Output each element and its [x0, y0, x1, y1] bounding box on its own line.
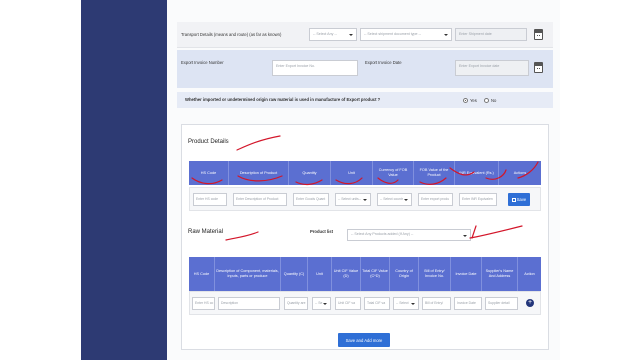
col-country-origin: Country of Origin [390, 257, 419, 291]
unit-select[interactable]: -- Select units-- [335, 193, 371, 206]
col-component-description: Description of Component, materials, inp… [215, 257, 281, 291]
product-section: Product Details HS Code Description of P… [181, 124, 549, 350]
no-radio[interactable] [484, 98, 489, 103]
save-button[interactable]: Save [508, 193, 530, 206]
export-invoice-number-input[interactable]: Enter Export Invoice No. [272, 60, 358, 76]
save-and-add-more-button[interactable]: Save and Add more [338, 333, 390, 347]
col-actions: Actions [513, 170, 527, 175]
col-total-cif: Total CIF Value (C*D) [361, 257, 390, 291]
transport-row: Transport Details (means and route) (as … [177, 22, 553, 48]
rm-total-cif-input[interactable]: Total CIF va [364, 297, 390, 310]
col-quantity: Quantity (C) [281, 257, 308, 291]
col-fob-value: FOB Value of the Product [414, 161, 455, 185]
col-currency: Currency of FOB Value [373, 161, 414, 185]
col-unit: Unit [331, 161, 373, 185]
product-list-select[interactable]: -- Select Any Products added (If Any) -- [347, 229, 471, 241]
col-inr-equivalent: INR Equivalent (Rs.) [455, 161, 499, 185]
currency-select[interactable]: -- Select countr [377, 193, 412, 206]
raw-material-question: Whether imported or undetermined origin … [185, 97, 381, 102]
raw-material-table-header: HS Code Description of Component, materi… [189, 257, 541, 291]
rm-description-input[interactable]: Description [218, 297, 280, 310]
yes-radio[interactable] [463, 98, 468, 103]
product-details-title: Product Details [188, 139, 229, 145]
rm-hs-code-input[interactable]: Enter HS co [192, 297, 215, 310]
col-hs-code: HS Code [189, 161, 229, 185]
col-action: Action [524, 271, 535, 276]
col-quantity: Quantity [289, 161, 331, 185]
raw-material-question-row: Whether imported or undetermined origin … [177, 92, 553, 108]
product-table-header: HS Code Description of Product Quantity … [189, 161, 541, 185]
raw-material-input-row: Enter HS co Description Quantity are -- … [189, 291, 541, 315]
no-label: No [491, 98, 497, 103]
rm-invoice-date-input[interactable]: Invoice Date [454, 297, 482, 310]
fob-value-input[interactable]: Enter export produ [418, 193, 453, 206]
transport-means-select[interactable]: -- Select Any -- [309, 28, 357, 41]
export-invoice-row: Export Invoice Number Enter Export Invoi… [177, 50, 553, 88]
rm-quantity-input[interactable]: Quantity are [284, 297, 308, 310]
description-input[interactable]: Enter Description of Product [233, 193, 287, 206]
col-unit: Unit [308, 257, 332, 291]
calendar-icon[interactable] [534, 62, 543, 73]
main-content: Transport Details (means and route) (as … [167, 0, 560, 360]
product-list-label: Product list [310, 229, 334, 234]
col-supplier: Supplier's Name And Address [482, 257, 518, 291]
shipment-date-input[interactable]: Enter Shipment date [455, 28, 527, 41]
product-input-row: Enter HS code Enter Description of Produ… [189, 187, 541, 211]
rm-unit-cif-input[interactable]: Unit CIF va [335, 297, 361, 310]
col-unit-cif: Unit CIF Value (D) [332, 257, 361, 291]
col-hs-code: HS Code [189, 257, 215, 291]
calendar-icon[interactable] [534, 29, 543, 40]
save-icon [511, 197, 516, 202]
shipment-document-select[interactable]: -- Select shipment document type -- [360, 28, 452, 41]
rm-supplier-input[interactable]: Supplier detail [485, 297, 518, 310]
export-invoice-date-input[interactable]: Enter Export Invoice date [455, 60, 529, 76]
hs-code-input[interactable]: Enter HS code [193, 193, 227, 206]
quantity-input[interactable]: Enter Goods Quant [293, 193, 329, 206]
raw-material-title: Raw Material [188, 229, 224, 235]
export-invoice-date-label: Export Invoice Date [365, 60, 402, 65]
transport-label: Transport Details (means and route) (as … [181, 32, 282, 37]
plus-circle-icon[interactable]: + [526, 299, 534, 307]
rm-unit-select[interactable]: -- Se [312, 297, 331, 310]
col-bill-of-entry: Bill of Entry/ Invoice No. [419, 257, 451, 291]
col-description: Description of Product [229, 161, 289, 185]
inr-equivalent-input[interactable]: Enter INR Equivalen [459, 193, 497, 206]
sidebar [81, 0, 167, 360]
export-invoice-number-label: Export Invoice Number [181, 60, 224, 65]
yes-label: Yes [470, 98, 477, 103]
save-button-label: Save [516, 197, 527, 202]
rm-country-select[interactable]: -- Select [393, 297, 419, 310]
col-invoice-date: Invoice Date [451, 257, 482, 291]
rm-bill-of-entry-input[interactable]: Bill of Entry/ [422, 297, 451, 310]
